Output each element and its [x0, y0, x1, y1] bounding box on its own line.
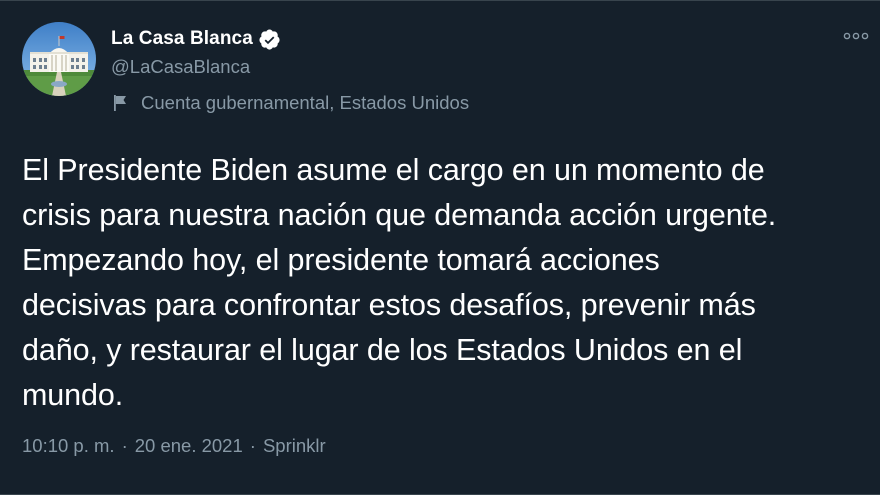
- account-handle[interactable]: @LaCasaBlanca: [111, 56, 250, 78]
- flag-icon: [111, 93, 131, 113]
- tweet-text-line: mundo.: [22, 378, 124, 412]
- tweet-text-line: daño, y restaurar el lugar de los Estado…: [22, 333, 743, 367]
- government-label-text: Cuenta gubernamental, Estados Unidos: [141, 92, 470, 113]
- tweet-source[interactable]: Sprinklr: [263, 435, 326, 457]
- tweet-text-line: El Presidente Biden asume el cargo en un…: [22, 153, 765, 187]
- tweet-time[interactable]: 10:10 p. m.: [22, 435, 115, 457]
- more-options-icon[interactable]: [842, 25, 870, 47]
- avatar[interactable]: [22, 22, 96, 96]
- verified-badge-icon: [258, 28, 281, 51]
- meta-separator: ·: [121, 435, 128, 456]
- tweet-date[interactable]: 20 ene. 2021: [135, 435, 243, 457]
- tweet-text-line: Empezando hoy, el presidente tomará acci…: [22, 243, 660, 277]
- government-account-label: Cuenta gubernamental, Estados Unidos: [111, 91, 469, 115]
- display-name[interactable]: La Casa Blanca: [111, 28, 253, 50]
- tweet-card: La Casa Blanca @LaCasaBlanca Cuenta gube…: [0, 0, 880, 495]
- display-name-row: La Casa Blanca: [111, 26, 281, 52]
- meta-separator: ·: [249, 435, 256, 456]
- tweet-text: El Presidente Biden asume el cargo en un…: [22, 148, 872, 418]
- tweet-metadata: 10:10 p. m. · 20 ene. 2021 · Sprinklr: [22, 435, 326, 457]
- white-house-avatar-image: [22, 22, 96, 96]
- tweet-text-line: crisis para nuestra nación que demanda a…: [22, 198, 777, 232]
- tweet-text-line: decisivas para confrontar estos desafíos…: [22, 288, 756, 322]
